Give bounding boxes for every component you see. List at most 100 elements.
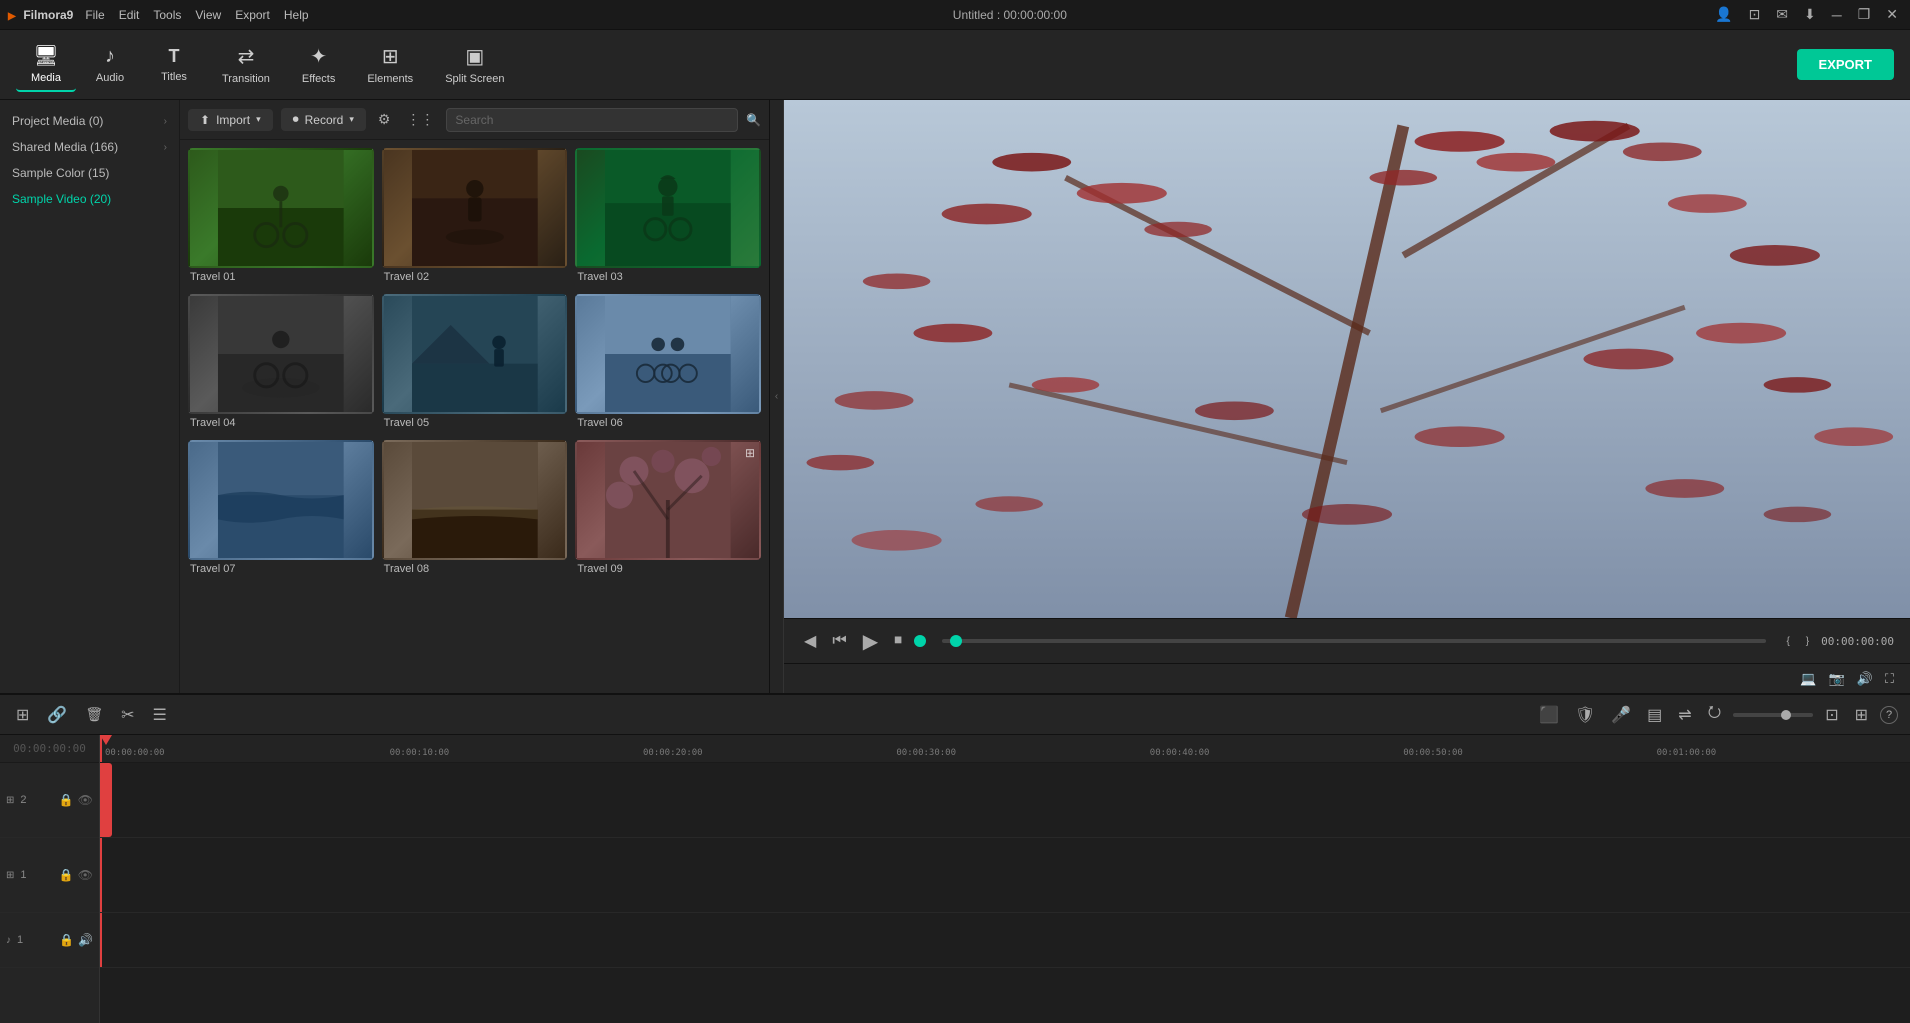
media-thumb-travel05 (382, 294, 568, 414)
volume-icon[interactable]: 🔊 (1857, 671, 1873, 687)
notification-icon[interactable]: ✉ (1772, 4, 1792, 25)
media-item-travel06[interactable]: Travel 06 (575, 294, 761, 432)
chevron-icon: › (164, 142, 167, 153)
toolbar-elements[interactable]: ⊞ Elements (353, 38, 427, 91)
download-icon[interactable]: ⬇ (1800, 4, 1820, 25)
media-item-label: Travel 03 (575, 268, 761, 286)
zoom-handle[interactable] (1781, 710, 1791, 720)
sidebar-item-project-media[interactable]: Project Media (0) › (0, 108, 179, 134)
import-button[interactable]: ⬆ Import ▾ (188, 109, 273, 131)
media-thumb-travel06 (575, 294, 761, 414)
mic-icon[interactable]: 🎤 (1607, 703, 1635, 727)
fullscreen-icon[interactable]: 💻 (1800, 671, 1816, 687)
media-item-travel09[interactable]: ⊞ Travel 09 (575, 440, 761, 578)
menu-tools[interactable]: Tools (153, 8, 181, 22)
menu-export[interactable]: Export (235, 8, 270, 22)
out-point-icon[interactable]: } (1806, 636, 1809, 647)
caption-icon[interactable]: ▤ (1643, 703, 1666, 727)
menu-help[interactable]: Help (284, 8, 309, 22)
media-item-label: Travel 09 (575, 560, 761, 578)
toolbar-audio[interactable]: ♪ Audio (80, 39, 140, 90)
link-icon[interactable]: 🔗 (43, 703, 71, 727)
close-btn[interactable]: ✕ (1882, 4, 1902, 25)
render-icon[interactable]: ⬛ (1535, 703, 1563, 727)
sidebar-item-shared-media[interactable]: Shared Media (166) › (0, 134, 179, 160)
playhead-line-track2 (100, 763, 102, 837)
toolbar-media[interactable]: 🖥 Media (16, 37, 76, 92)
aspect-ratio-icon[interactable]: ⛶ (1885, 671, 1894, 687)
preview-progress-bar[interactable] (942, 639, 1766, 643)
track-header-2: ⊞ 2 🔒 👁 (0, 763, 99, 838)
media-item-travel04[interactable]: Travel 04 (188, 294, 374, 432)
panel-collapse-button[interactable]: ‹ (770, 100, 784, 693)
track-content-audio[interactable] (100, 913, 1910, 968)
export-button[interactable]: EXPORT (1797, 49, 1894, 80)
toolbar-titles[interactable]: T Titles (144, 40, 204, 89)
track-grid-icon: ⊞ (6, 795, 14, 806)
titles-icon: T (169, 46, 180, 67)
account-icon[interactable]: 👤 (1711, 4, 1736, 25)
media-item-travel01[interactable]: ⊞ Travel 01 (188, 148, 374, 286)
menu-file[interactable]: File (85, 8, 104, 22)
track-content-2[interactable] (100, 763, 1910, 838)
ruler-tick-30: 00:00:30:00 (896, 748, 956, 758)
prev-frame-btn[interactable]: ◀ (800, 629, 820, 653)
media-item-travel05[interactable]: Travel 05 (382, 294, 568, 432)
help-icon[interactable]: ? (1880, 706, 1898, 724)
search-icon[interactable]: 🔍 (746, 113, 761, 127)
menu-view[interactable]: View (195, 8, 221, 22)
sidebar-item-sample-color[interactable]: Sample Color (15) (0, 160, 179, 186)
record-button[interactable]: ⏺ Record ▾ (281, 108, 366, 131)
media-item-label: Travel 07 (188, 560, 374, 578)
in-point-icon[interactable]: { (1786, 636, 1789, 647)
toolbar-effects[interactable]: ✦ Effects (288, 38, 349, 91)
media-item-travel07[interactable]: Travel 07 (188, 440, 374, 578)
loop-icon[interactable]: ⭮ (1704, 699, 1725, 730)
media-item-travel08[interactable]: Travel 08 (382, 440, 568, 578)
zoom-to-fit[interactable]: ⊡ (1821, 703, 1842, 727)
track-headers-column: 00:00:00:00 ⊞ 2 🔒 👁 ⊞ 1 🔒 👁 (0, 735, 100, 1023)
restore-btn[interactable]: ❐ (1854, 4, 1875, 25)
timeline-right-tools: ⬛ 🛡 🎤 ▤ ⇌ ⭮ ⊡ ⊞ ? (1535, 699, 1898, 730)
track-eye-icon[interactable]: 👁 (78, 868, 93, 882)
maximize-icon[interactable]: ⊡ (1745, 4, 1765, 25)
collapse-arrow-icon: ‹ (775, 391, 778, 402)
media-item-travel02[interactable]: Travel 02 (382, 148, 568, 286)
playhead-indicator (914, 635, 926, 647)
grid-icon[interactable]: ⋮⋮ (402, 109, 438, 130)
timeline-settings[interactable]: ⊞ (1851, 703, 1872, 727)
filter-icon[interactable]: ⚙ (374, 109, 395, 130)
media-item-travel03[interactable]: Travel 03 (575, 148, 761, 286)
track-lock-icon[interactable]: 🔒 (59, 868, 74, 882)
ruler-tick-60: 00:01:00:00 (1657, 748, 1717, 758)
cut-tool[interactable]: ✂ (117, 703, 138, 727)
transition2-icon[interactable]: ⇌ (1674, 703, 1695, 727)
track-volume-icon[interactable]: 🔊 (78, 933, 93, 947)
delete-tool[interactable]: 🗑 (81, 704, 107, 725)
minimize-btn[interactable]: ─ (1828, 5, 1846, 25)
screenshot-icon[interactable]: 📷 (1829, 671, 1845, 687)
splitscreen-icon: ▣ (465, 44, 484, 69)
shield-icon[interactable]: 🛡 (1571, 703, 1599, 727)
stop-btn[interactable]: ⏹ (890, 630, 906, 652)
play-btn[interactable]: ▶ (859, 627, 882, 656)
toolbar-splitscreen[interactable]: ▣ Split Screen (431, 38, 518, 91)
skip-back-btn[interactable]: ⏮ (828, 630, 850, 652)
toolbar-transition[interactable]: ⇄ Transition (208, 38, 284, 91)
track-lock-icon[interactable]: 🔒 (59, 793, 74, 807)
track-number-1: 1 (20, 869, 26, 881)
track-eye-icon[interactable]: 👁 (78, 793, 93, 807)
progress-dot (950, 635, 962, 647)
media-thumb-travel09: ⊞ (575, 440, 761, 560)
ruler-tick-10: 00:00:10:00 (390, 748, 450, 758)
sidebar-item-sample-video[interactable]: Sample Video (20) (0, 186, 179, 212)
search-input[interactable] (446, 108, 738, 132)
track-content-1[interactable] (100, 838, 1910, 913)
preview-timecode: 00:00:00:00 (1821, 635, 1894, 648)
adjust-tool[interactable]: ☰ (149, 703, 171, 727)
menu-edit[interactable]: Edit (119, 8, 140, 22)
zoom-slider[interactable] (1733, 713, 1813, 717)
track-lock-icon[interactable]: 🔒 (59, 933, 74, 947)
record-chevron-icon: ▾ (349, 114, 354, 125)
add-media-icon[interactable]: ⊞ (12, 703, 33, 727)
